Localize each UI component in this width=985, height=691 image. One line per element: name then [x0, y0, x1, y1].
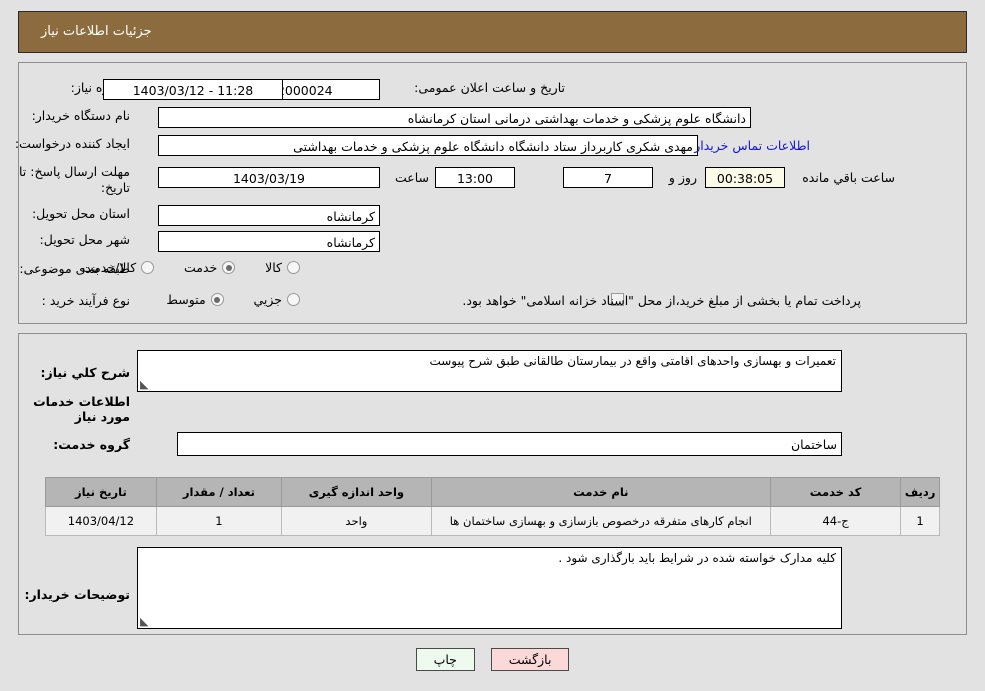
- buyer-org-value: دانشگاه علوم پزشکی و خدمات بهداشتی درمان…: [158, 107, 751, 128]
- category-options: کالا خدمت کالا/خدمت: [56, 260, 300, 277]
- page-title: جزئیات اطلاعات نیاز: [41, 24, 152, 39]
- service-group-label: گروه خدمت:: [53, 437, 130, 452]
- service-group-value: ساختمان: [177, 432, 842, 456]
- resize-grip-icon[interactable]: ◢: [140, 378, 150, 391]
- delivery-city-value: کرمانشاه: [158, 231, 380, 252]
- purchase-process-options: جزيي متوسط: [140, 292, 300, 309]
- purchase-process-radio-motevaset[interactable]: [210, 293, 224, 306]
- general-description-label: شرح کلي نياز:: [40, 365, 130, 380]
- cell-need-date: 1403/04/12: [45, 506, 157, 536]
- category-option-kala-khedmat-label: کالا/خدمت: [81, 260, 137, 275]
- general-description-value: تعمیرات و بهسازی واحدهای اقامتی واقع در …: [429, 354, 836, 368]
- buyer-notes-textarea[interactable]: کلیه مدارک خواسته شده در شرایط باید بارگ…: [137, 547, 842, 629]
- deadline-time-label: ساعت: [394, 170, 429, 185]
- services-table: ردیف کد خدمت نام خدمت واحد اندازه گیری ت…: [45, 477, 940, 536]
- cell-row-no: 1: [900, 506, 940, 536]
- purchase-process-option-motevaset[interactable]: متوسط: [166, 292, 224, 307]
- deadline-date-value: 1403/03/19: [158, 167, 380, 188]
- category-radio-kala[interactable]: [287, 261, 300, 274]
- cell-quantity: 1: [155, 506, 283, 536]
- category-radio-kala-khedmat[interactable]: [141, 261, 155, 274]
- table-row[interactable]: 1 ج-44 انجام کارهای متفرقه درخصوص بازساز…: [45, 506, 940, 536]
- announce-datetime-row: تاریخ و ساعت اعلان عمومی:: [414, 80, 565, 95]
- announce-datetime-label: تاریخ و ساعت اعلان عمومی:: [414, 80, 565, 95]
- category-option-kala-khedmat[interactable]: کالا/خدمت: [81, 260, 155, 275]
- col-need-date: تاریخ نیاز: [45, 477, 157, 507]
- category-option-kala-label: کالا: [265, 260, 282, 275]
- buyer-org-row: نام دستگاه خریدار:: [32, 108, 130, 123]
- col-row-no: ردیف: [900, 477, 940, 507]
- deadline-countdown-label: ساعت باقي مانده: [802, 170, 895, 185]
- delivery-city-row: شهر محل تحویل:: [40, 232, 130, 247]
- delivery-province-label: استان محل تحویل:: [31, 206, 130, 221]
- request-creator-value: مهدی شکری کاربرداز ستاد دانشگاه دانشگاه …: [158, 135, 698, 156]
- cell-unit: واحد: [281, 506, 432, 536]
- services-heading: اطلاعات خدمات مورد نیاز: [33, 394, 130, 424]
- purchase-process-option-jozi[interactable]: جزيي: [253, 292, 300, 307]
- deadline-days-label: روز و: [668, 170, 697, 185]
- delivery-province-value: کرمانشاه: [158, 205, 380, 226]
- col-unit: واحد اندازه گیری: [281, 477, 432, 507]
- request-creator-label: ایجاد کننده درخواست:: [14, 136, 130, 151]
- category-option-khedmat[interactable]: خدمت: [184, 260, 236, 275]
- col-quantity: تعداد / مقدار: [155, 477, 283, 507]
- category-option-kala[interactable]: کالا: [265, 260, 300, 275]
- request-creator-row: ایجاد کننده درخواست:: [15, 136, 130, 151]
- col-service-name: نام خدمت: [430, 477, 771, 507]
- delivery-province-row: استان محل تحویل:: [32, 206, 130, 221]
- purchase-process-label-row: نوع فرآیند خرید :: [42, 293, 130, 308]
- cell-service-name: انجام کارهای متفرقه درخصوص بازسازی و بهس…: [430, 506, 771, 536]
- col-service-code: کد خدمت: [769, 477, 902, 507]
- category-option-khedmat-label: خدمت: [184, 260, 218, 275]
- category-radio-khedmat[interactable]: [222, 261, 236, 274]
- buyer-org-label: نام دستگاه خریدار:: [31, 108, 130, 123]
- deadline-label: مهلت ارسال پاسخ: تا تاریخ:: [19, 164, 130, 195]
- purchase-process-option-jozi-label: جزيي: [253, 292, 282, 307]
- page-header: جزئیات اطلاعات نیاز: [18, 11, 967, 53]
- deadline-days-value: 7: [563, 167, 653, 188]
- resize-grip-icon-notes[interactable]: ◢: [140, 615, 150, 628]
- purchase-process-option-motevaset-label: متوسط: [166, 292, 206, 307]
- buyer-contact-link[interactable]: اطلاعات تماس خریدار: [694, 138, 810, 153]
- deadline-label-row: مهلت ارسال پاسخ: تا تاریخ:: [5, 164, 130, 196]
- cell-service-code: ج-44: [769, 506, 902, 536]
- deadline-countdown-value: 00:38:05: [705, 167, 785, 188]
- delivery-city-label: شهر محل تحویل:: [39, 232, 130, 247]
- buyer-notes-label: توضیحات خریدار:: [24, 587, 130, 602]
- table-header-row: ردیف کد خدمت نام خدمت واحد اندازه گیری ت…: [45, 477, 940, 507]
- general-description-textarea[interactable]: تعمیرات و بهسازی واحدهای اقامتی واقع در …: [137, 350, 842, 392]
- announce-datetime-value: 11:28 - 1403/03/12: [103, 79, 283, 100]
- purchase-process-radio-jozi[interactable]: [287, 293, 300, 306]
- treasury-docs-text: پرداخت تمام یا بخشی از مبلغ خرید،از محل …: [462, 293, 861, 308]
- footer-buttons: بازگشت چاپ: [0, 648, 985, 671]
- need-info-panel: [18, 62, 967, 324]
- print-button[interactable]: چاپ: [415, 648, 475, 671]
- back-button[interactable]: بازگشت: [490, 648, 570, 671]
- purchase-process-label: نوع فرآیند خرید :: [41, 293, 130, 308]
- deadline-time-value: 13:00: [435, 167, 515, 188]
- buyer-notes-value: کلیه مدارک خواسته شده در شرایط باید بارگ…: [558, 551, 836, 565]
